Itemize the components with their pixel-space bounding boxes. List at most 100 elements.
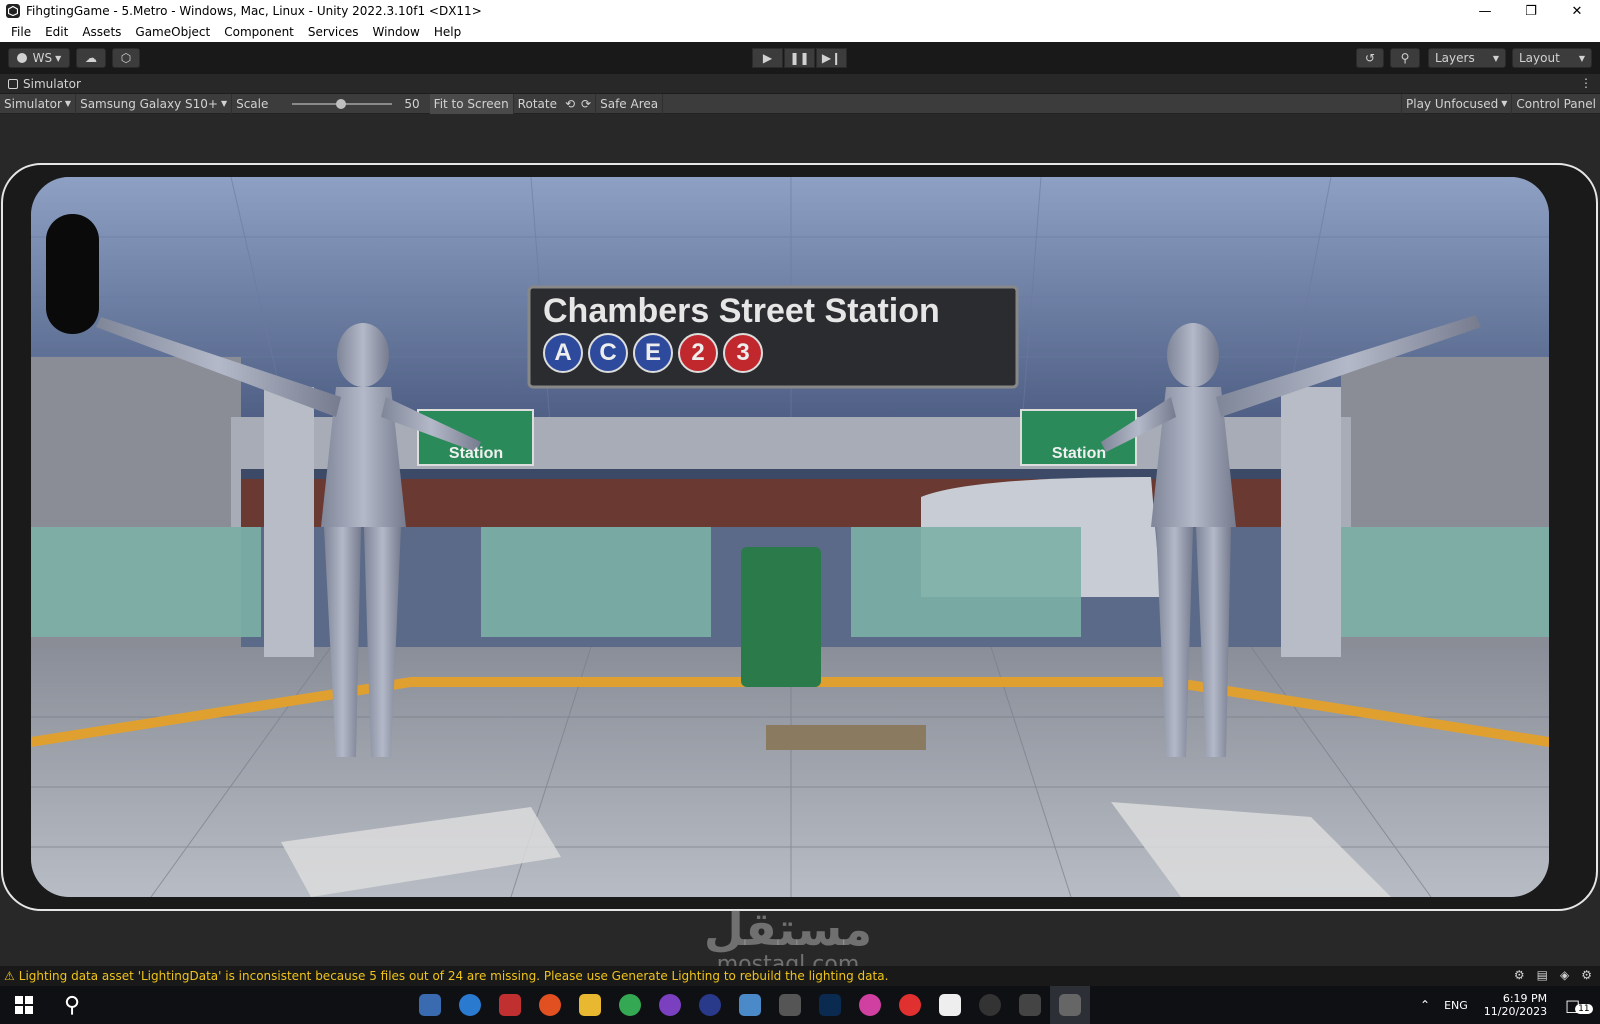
console-status-bar[interactable]: ⚠ Lighting data asset 'LightingData' is … <box>0 966 1600 986</box>
tab-bar: Simulator ⋮ <box>0 74 1600 94</box>
app-icon <box>899 994 921 1016</box>
language-indicator[interactable]: ENG <box>1444 999 1468 1012</box>
layout-dropdown[interactable]: Layout ▼ <box>1512 48 1592 68</box>
camera-cutout <box>46 214 99 334</box>
account-label: WS <box>32 51 53 65</box>
newspaper-center <box>766 725 926 750</box>
bench-right <box>1321 527 1549 637</box>
start-button[interactable] <box>0 986 48 1024</box>
taskbar-app-1[interactable] <box>410 986 450 1024</box>
unity-logo-icon <box>6 4 20 18</box>
chevron-down-icon: ▼ <box>220 99 228 108</box>
search-button[interactable]: ⚲ <box>48 986 96 1024</box>
windows-logo-icon <box>15 996 33 1014</box>
taskbar-github[interactable] <box>650 986 690 1024</box>
safe-area-label: Safe Area <box>600 96 659 111</box>
close-button[interactable]: ✕ <box>1554 0 1600 22</box>
control-panel-button[interactable]: Control Panel <box>1512 94 1600 114</box>
menu-gameobject[interactable]: GameObject <box>128 25 217 39</box>
line-badge-a: A <box>543 333 583 373</box>
app-icon <box>459 994 481 1016</box>
tab-simulator[interactable]: Simulator <box>0 74 81 94</box>
menu-edit[interactable]: Edit <box>38 25 75 39</box>
layers-dropdown[interactable]: Layers ▼ <box>1428 48 1506 68</box>
maximize-button[interactable]: ❐ <box>1508 0 1554 22</box>
search-button[interactable]: ⚲ <box>1390 48 1420 68</box>
rotate-left-icon[interactable]: ⟲ <box>565 97 575 111</box>
menu-assets[interactable]: Assets <box>75 25 128 39</box>
search-icon: ⚲ <box>63 992 81 1018</box>
taskbar-app-13[interactable] <box>890 986 930 1024</box>
device-dropdown[interactable]: Samsung Galaxy S10+ ▼ <box>76 93 233 114</box>
pillar-right <box>1281 387 1341 657</box>
simulator-mode-dropdown[interactable]: Simulator ▼ <box>0 93 77 114</box>
step-button[interactable]: ▶❙ <box>816 48 847 68</box>
layers-icon[interactable]: ▤ <box>1537 968 1548 982</box>
scale-control: Scale 50 <box>232 94 430 114</box>
play-mode-dropdown[interactable]: Play Unfocused ▼ <box>1401 93 1513 114</box>
taskbar-chrome[interactable] <box>610 986 650 1024</box>
notifications-button[interactable]: □ 11 <box>1565 996 1593 1015</box>
history-icon: ↺ <box>1364 51 1376 65</box>
taskbar-photoshop[interactable] <box>810 986 850 1024</box>
taskbar-app-9[interactable] <box>730 986 770 1024</box>
taskbar-app-3[interactable] <box>490 986 530 1024</box>
taskbar-capcut[interactable] <box>930 986 970 1024</box>
taskbar-unity-1[interactable] <box>1010 986 1050 1024</box>
menu-services[interactable]: Services <box>301 25 366 39</box>
play-mode-label: Play Unfocused <box>1406 96 1499 111</box>
taskbar-app-12[interactable] <box>850 986 890 1024</box>
performance-icon[interactable]: ◈ <box>1560 968 1569 982</box>
unity-icon <box>1019 994 1041 1016</box>
debug-icon[interactable]: ⚙ <box>1514 968 1525 982</box>
minimize-button[interactable]: — <box>1462 0 1508 22</box>
clock[interactable]: 6:19 PM 11/20/2023 <box>1484 992 1547 1018</box>
bench-left <box>31 527 261 637</box>
scale-slider-handle[interactable] <box>336 98 347 109</box>
play-button[interactable]: ▶ <box>752 48 783 68</box>
play-controls: ▶ ❚❚ ▶❙ <box>752 48 848 68</box>
undo-history-button[interactable]: ↺ <box>1356 48 1384 68</box>
chevron-down-icon: ▼ <box>1501 99 1508 108</box>
bench-center-right <box>851 527 1081 637</box>
control-panel-label: Control Panel <box>1516 96 1596 111</box>
rotate-right-icon[interactable]: ⟳ <box>581 97 591 111</box>
layers-label: Layers <box>1435 51 1475 65</box>
menu-component[interactable]: Component <box>217 25 301 39</box>
taskbar-obs[interactable] <box>970 986 1010 1024</box>
scale-label: Scale <box>236 96 269 111</box>
rotate-control: Rotate ⟲ ⟳ <box>514 93 597 114</box>
scale-slider[interactable] <box>292 98 393 109</box>
menu-file[interactable]: File <box>4 25 38 39</box>
taskbar-app-4[interactable] <box>530 986 570 1024</box>
cloud-button[interactable]: ☁ <box>76 48 106 68</box>
taskbar-file-explorer[interactable] <box>570 986 610 1024</box>
cloud-icon: ☁ <box>85 51 97 65</box>
menu-window[interactable]: Window <box>366 25 427 39</box>
app-icon <box>419 994 441 1016</box>
pause-button[interactable]: ❚❚ <box>784 48 815 68</box>
taskbar-unity-2[interactable] <box>1050 986 1090 1024</box>
safe-area-toggle[interactable]: Safe Area <box>596 93 664 114</box>
fit-to-screen-button[interactable]: Fit to Screen <box>429 93 514 114</box>
clock-time: 6:19 PM <box>1502 992 1548 1005</box>
settings-icon[interactable]: ⚙ <box>1581 968 1592 982</box>
more-options-icon[interactable]: ⋮ <box>1580 76 1592 90</box>
line-badge-2: 2 <box>678 333 718 373</box>
chevron-down-icon: ▼ <box>1578 53 1585 63</box>
windows-taskbar: ⚲ ⌃ ENG 6:19 PM 11/20/2023 □ 11 <box>0 986 1600 1024</box>
app-icon <box>699 994 721 1016</box>
account-dropdown[interactable]: WS ▼ <box>8 48 70 68</box>
game-view[interactable]: Chambers Street Station ACE23 Station St… <box>31 177 1549 897</box>
layout-label: Layout <box>1519 51 1560 65</box>
chevron-down-icon: ▼ <box>64 99 72 108</box>
sign-line-badges: ACE23 <box>543 333 768 373</box>
collab-button[interactable]: ⬡ <box>112 48 140 68</box>
chevron-up-icon[interactable]: ⌃ <box>1420 998 1430 1012</box>
metro-scene <box>31 177 1549 897</box>
taskbar-app-8[interactable] <box>690 986 730 1024</box>
line-badge-e: E <box>633 333 673 373</box>
taskbar-unity-hub[interactable] <box>770 986 810 1024</box>
taskbar-app-2[interactable] <box>450 986 490 1024</box>
menu-help[interactable]: Help <box>427 25 468 39</box>
